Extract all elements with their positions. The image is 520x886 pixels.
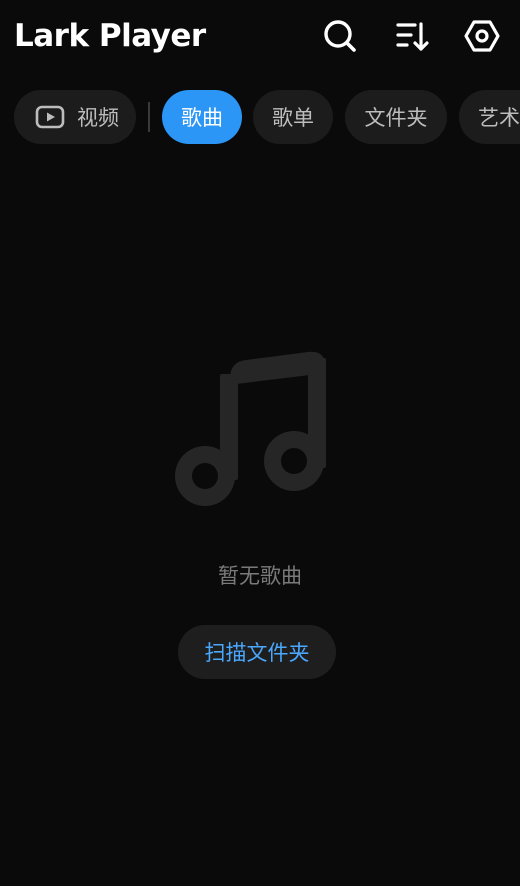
tab-artists[interactable]: 艺术 — [459, 90, 520, 144]
settings-icon — [464, 20, 500, 52]
tab-playlists-label: 歌单 — [272, 106, 314, 130]
tab-folders-label: 文件夹 — [364, 106, 428, 130]
scan-folder-button[interactable]: 扫描文件夹 — [178, 625, 336, 679]
sort-button[interactable] — [392, 16, 432, 56]
tab-songs-label: 歌曲 — [181, 106, 223, 130]
tab-video[interactable]: 视频 — [14, 90, 136, 144]
empty-message: 暂无歌曲 — [218, 564, 302, 588]
tab-songs[interactable]: 歌曲 — [162, 90, 242, 144]
tab-video-label: 视频 — [77, 106, 119, 130]
sort-icon — [396, 22, 429, 51]
app-header: Lark Player — [0, 0, 520, 76]
search-button[interactable] — [320, 16, 360, 56]
tab-playlists[interactable]: 歌单 — [253, 90, 333, 144]
video-icon — [35, 105, 65, 129]
music-note-icon — [175, 351, 326, 506]
tab-divider — [148, 102, 150, 132]
category-tab-bar: 视频 歌曲 歌单 文件夹 艺术 — [0, 90, 520, 144]
search-icon — [324, 20, 356, 52]
app-title: Lark Player — [14, 18, 206, 54]
scan-folder-label: 扫描文件夹 — [204, 641, 310, 665]
tab-artists-label: 艺术 — [478, 106, 520, 130]
settings-button[interactable] — [462, 16, 502, 56]
tab-folders[interactable]: 文件夹 — [345, 90, 447, 144]
